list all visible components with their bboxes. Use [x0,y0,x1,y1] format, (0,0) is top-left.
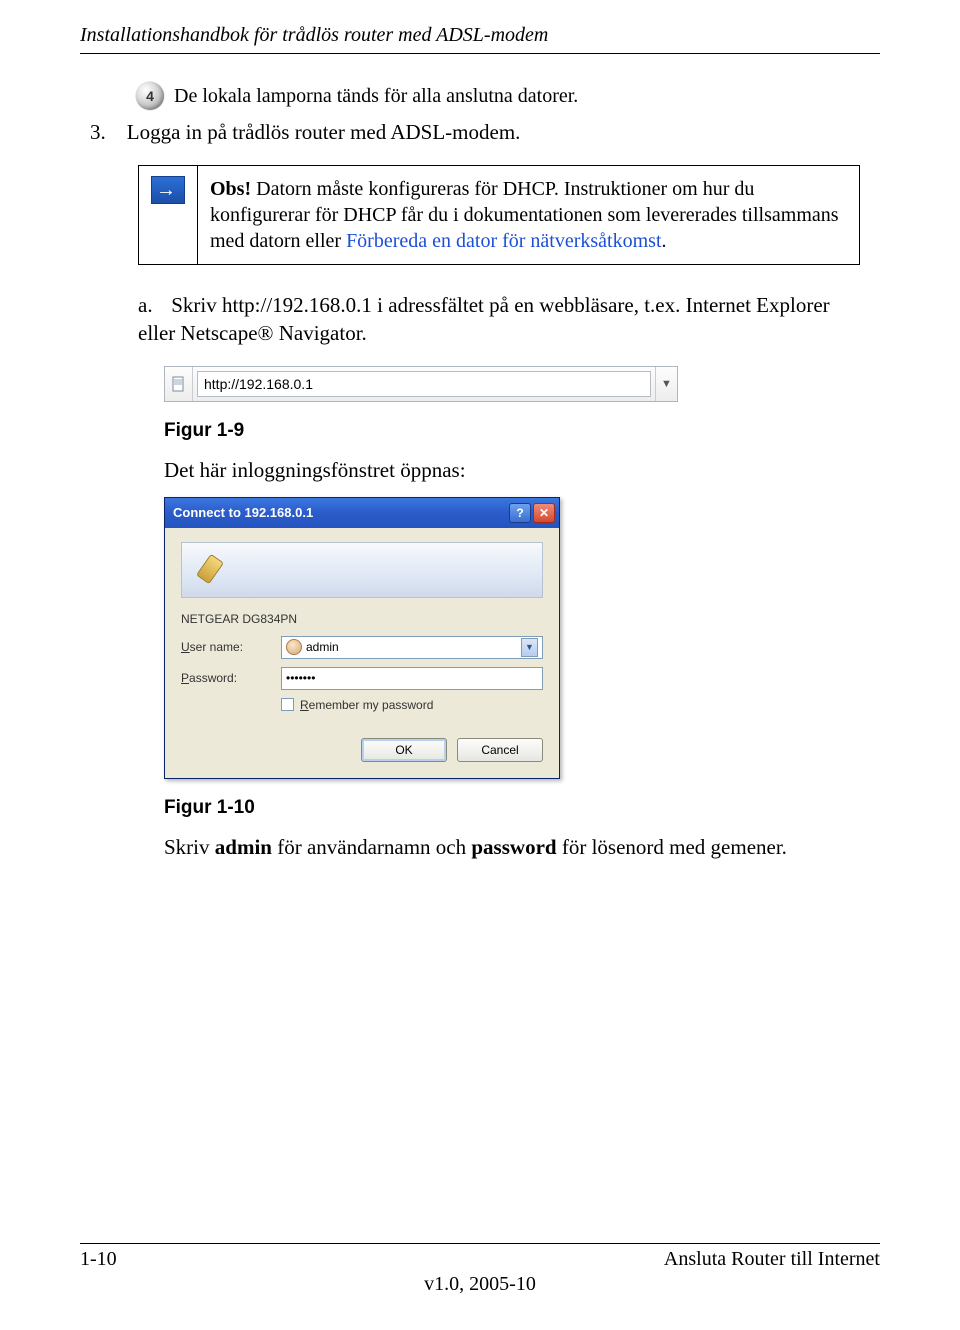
username-label: UUser name:ser name: [181,640,281,654]
footer-page-number: 1-10 [80,1248,117,1271]
note-arrow-icon [151,176,185,204]
device-name: NETGEAR DG834PN [181,612,543,626]
cancel-button[interactable]: Cancel [457,738,543,762]
login-window-intro: Det här inloggningsfönstret öppnas: [164,458,880,483]
password-value: ••••••• [286,671,315,685]
footer-section-title: Ansluta Router till Internet [664,1248,880,1271]
note-lead: Obs! [210,178,251,200]
substep-a-text: Skriv http://192.168.0.1 i adressfältet … [138,293,830,345]
username-dropdown-icon[interactable]: ▼ [521,638,538,657]
dialog-title: Connect to 192.168.0.1 [173,505,313,520]
close-button[interactable]: ✕ [533,503,555,523]
help-button[interactable]: ? [509,503,531,523]
header-rule [80,53,880,54]
substep-a-letter: a. [138,291,166,319]
username-field[interactable]: admin ▼ [281,636,543,659]
credentials-instruction: Skriv admin för användarnamn och passwor… [164,835,880,860]
note-box: Obs! Datorn måste konfigureras för DHCP.… [138,165,860,265]
note-link[interactable]: Förbereda en dator för nätverksåtkomst [346,230,661,252]
password-label: Password: [181,671,281,685]
led-step-text: De lokala lamporna tänds för alla anslut… [174,85,578,108]
step-3-text: Logga in på trådlös router med ADSL-mode… [127,120,521,144]
browser-address-bar[interactable]: http://192.168.0.1 ▼ [164,366,678,402]
password-field[interactable]: ••••••• [281,667,543,690]
username-value: admin [306,640,339,654]
step-3-number: 3. [90,120,106,144]
keys-icon [192,550,232,590]
figure-1-9-caption: Figur 1-9 [164,420,880,442]
note-tail: . [662,230,667,252]
substep-a: a. Skriv http://192.168.0.1 i adressfält… [138,291,860,348]
remember-password-checkbox[interactable]: Remember my password [281,698,543,712]
address-field[interactable]: http://192.168.0.1 [197,371,651,397]
step-3: 3. Logga in på trådlös router med ADSL-m… [90,120,880,145]
ok-button[interactable]: OK [361,738,447,762]
led-step-line: 4 De lokala lamporna tänds för alla ansl… [136,82,880,110]
page-icon [165,367,193,401]
footer-version: v1.0, 2005-10 [80,1273,880,1296]
user-icon [286,639,302,655]
login-dialog: Connect to 192.168.0.1 ? ✕ NETGEAR DG834… [164,497,560,779]
led-badge-4: 4 [136,82,164,110]
figure-1-10-caption: Figur 1-10 [164,797,880,819]
dialog-banner [181,542,543,598]
page-footer: 1-10 Ansluta Router till Internet v1.0, … [80,1243,880,1296]
checkbox-icon[interactable] [281,698,294,711]
address-dropdown-icon[interactable]: ▼ [655,367,677,401]
page-header: Installationshandbok för trådlös router … [80,24,880,47]
dialog-titlebar: Connect to 192.168.0.1 ? ✕ [165,498,559,528]
